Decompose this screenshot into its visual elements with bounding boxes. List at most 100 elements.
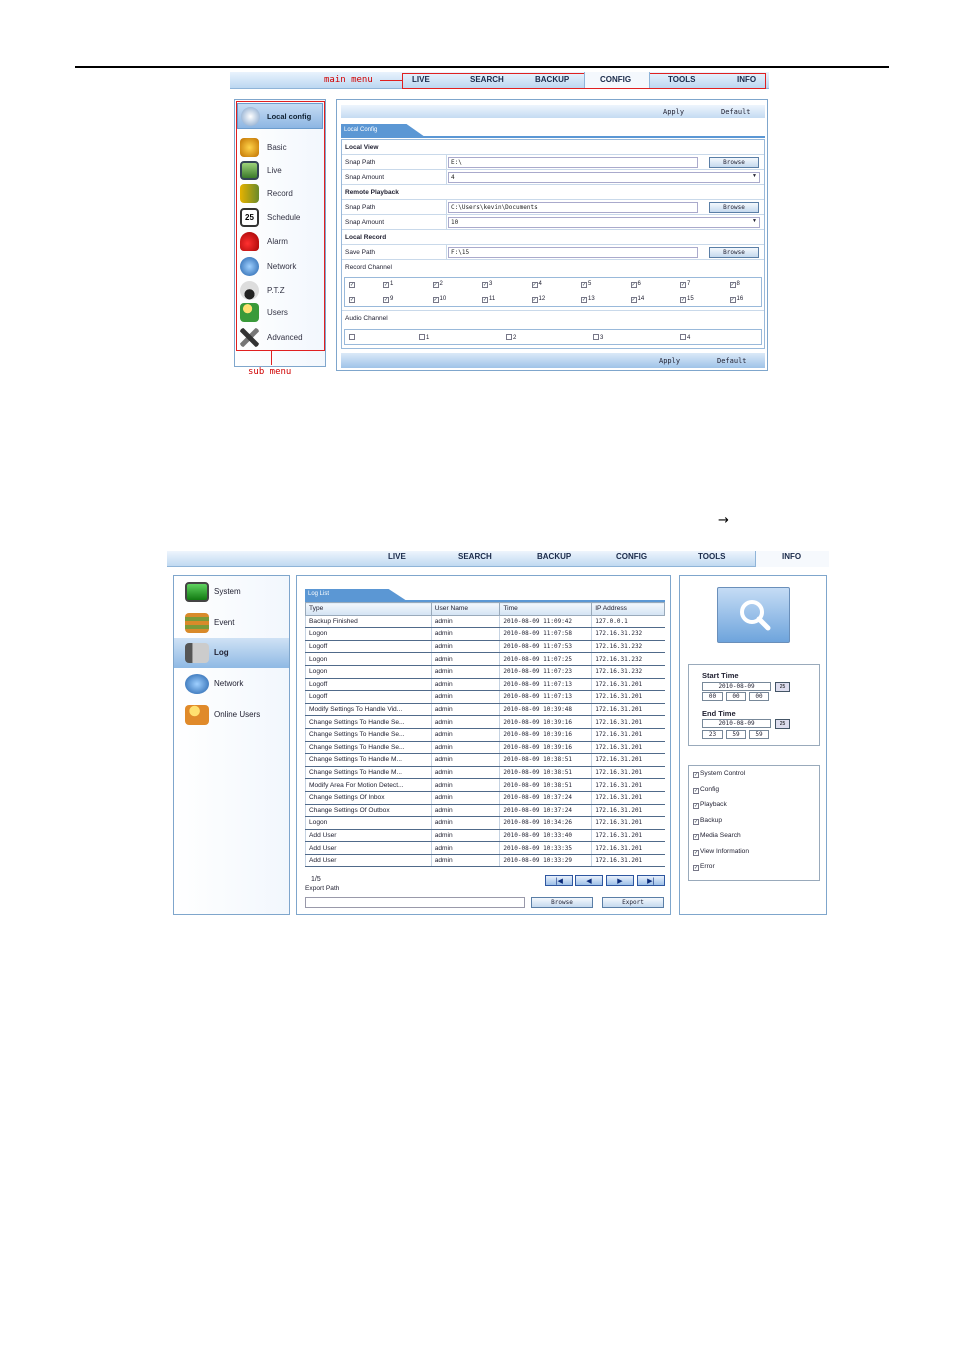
export-path-input[interactable] — [305, 897, 525, 908]
audio-channel-checkbox[interactable]: 3 — [593, 334, 603, 341]
record-channel-checkbox[interactable]: ✓ 15 — [680, 296, 694, 303]
record-channel-checkbox[interactable]: ✓ 10 — [432, 296, 446, 303]
start-calendar-icon[interactable]: 25 — [775, 682, 790, 692]
audio-channel-checkbox[interactable]: 4 — [680, 334, 690, 341]
record-channel-checkbox[interactable]: ✓ 8 — [729, 281, 740, 288]
menu-search[interactable]: SEARCH — [470, 75, 504, 84]
filter-checkbox[interactable]: ✓ Media Search — [693, 832, 741, 840]
sidebar-item-event[interactable]: Event — [174, 608, 289, 638]
menu-info[interactable]: INFO — [737, 75, 756, 84]
table-row[interactable]: Logon admin 2010-08-09 11:07:25 172.16.31.2… — [305, 652, 665, 666]
remote-snap-amount-select[interactable]: 10 — [448, 217, 760, 228]
start-second-field[interactable]: 00 — [749, 692, 769, 701]
menu-live[interactable]: LIVE — [412, 75, 430, 84]
save-path-field[interactable]: F:\15 — [448, 247, 698, 258]
end-second-field[interactable]: 59 — [749, 730, 769, 739]
sidebar-item-online-users[interactable]: Online Users — [174, 700, 289, 730]
table-row[interactable]: Change Settings Of Inbox admin 2010-08-09 … — [305, 791, 665, 805]
default-button-bottom[interactable]: Default — [717, 357, 747, 365]
menu-search[interactable]: SEARCH — [458, 552, 492, 561]
column-header-ip[interactable]: IP Address — [591, 602, 665, 616]
end-calendar-icon[interactable]: 25 — [775, 719, 790, 729]
record-channel-checkbox[interactable]: ✓ 14 — [630, 296, 644, 303]
local-snap-browse-button[interactable]: Browse — [709, 157, 759, 168]
menu-live[interactable]: LIVE — [388, 552, 406, 561]
start-minute-field[interactable]: 00 — [726, 692, 746, 701]
column-header-type[interactable]: Type — [305, 602, 432, 616]
menu-tools[interactable]: TOOLS — [668, 75, 695, 84]
end-hour-field[interactable]: 23 — [702, 730, 723, 739]
table-row[interactable]: Logon admin 2010-08-09 11:07:58 172.16.31.2… — [305, 627, 665, 641]
record-channel-all-checkbox[interactable]: ✓ — [349, 281, 356, 288]
table-row[interactable]: Modify Area For Motion Detect... admin 201… — [305, 778, 665, 792]
next-page-button[interactable]: ▶ — [606, 875, 634, 886]
table-row[interactable]: Logon admin 2010-08-09 10:34:26 172.16.31.2… — [305, 816, 665, 830]
column-header-time[interactable]: Time — [499, 602, 593, 616]
table-row[interactable]: Logoff admin 2010-08-09 11:07:13 172.16.31.… — [305, 678, 665, 692]
sidebar-item-system[interactable]: System — [174, 577, 289, 607]
menu-tools[interactable]: TOOLS — [698, 552, 725, 561]
local-snap-amount-select[interactable]: 4 — [448, 172, 760, 183]
table-row[interactable]: Change Settings To Handle Se... admin 2010… — [305, 741, 665, 755]
menu-config[interactable]: CONFIG — [616, 552, 647, 561]
table-row[interactable]: Change Settings To Handle M... admin 2010-… — [305, 753, 665, 767]
table-row[interactable]: Add User admin 2010-08-09 10:33:29 172.16.3… — [305, 854, 665, 868]
last-page-button[interactable]: ▶| — [637, 875, 665, 886]
apply-button-bottom[interactable]: Apply — [659, 357, 680, 365]
audio-channel-checkbox[interactable]: 1 — [419, 334, 429, 341]
filter-checkbox[interactable]: ✓ Error — [693, 863, 715, 871]
sidebar-item-network[interactable]: Network — [174, 669, 289, 699]
table-row[interactable]: Change Settings To Handle Se... admin 2010… — [305, 715, 665, 729]
save-path-browse-button[interactable]: Browse — [709, 247, 759, 258]
audio-channel-all-checkbox[interactable] — [349, 334, 356, 341]
table-row[interactable]: Change Settings To Handle Se... admin 2010… — [305, 728, 665, 742]
table-row[interactable]: Backup Finished admin 2010-08-09 11:09:42 1… — [305, 615, 665, 629]
audio-channel-checkbox[interactable]: 2 — [506, 334, 516, 341]
record-channel-checkbox[interactable]: ✓ 2 — [432, 281, 443, 288]
end-minute-field[interactable]: 59 — [726, 730, 746, 739]
record-channel-checkbox[interactable]: ✓ 5 — [581, 281, 591, 288]
remote-snap-browse-button[interactable]: Browse — [709, 202, 759, 213]
remote-snap-path-field[interactable]: C:\Users\kevin\Documents — [448, 202, 698, 213]
filter-checkbox[interactable]: ✓ Config — [693, 786, 719, 794]
record-channel-checkbox[interactable]: ✓ 16 — [729, 296, 743, 303]
table-row[interactable]: Add User admin 2010-08-09 10:33:40 172.16.3… — [305, 829, 665, 843]
record-channel-all-checkbox[interactable]: ✓ — [349, 296, 356, 303]
export-button[interactable]: Export — [602, 897, 664, 908]
search-button[interactable] — [717, 587, 790, 643]
table-row[interactable]: Add User admin 2010-08-09 10:33:35 172.16.3… — [305, 841, 665, 855]
table-row[interactable]: Logoff admin 2010-08-09 11:07:53 172.16.31.… — [305, 640, 665, 654]
menu-info[interactable]: INFO — [782, 552, 801, 561]
record-channel-checkbox[interactable]: ✓ 9 — [383, 296, 393, 303]
local-snap-path-field[interactable]: E:\ — [448, 157, 698, 168]
menu-backup[interactable]: BACKUP — [537, 552, 571, 561]
browse-button[interactable]: Browse — [531, 897, 593, 908]
menu-backup[interactable]: BACKUP — [535, 75, 569, 84]
filter-checkbox[interactable]: ✓ System Control — [693, 770, 745, 778]
record-channel-checkbox[interactable]: ✓ 7 — [680, 281, 690, 288]
record-channel-checkbox[interactable]: ✓ 1 — [383, 281, 393, 288]
sidebar-item-log[interactable]: Log — [174, 638, 289, 668]
table-row[interactable]: Logoff admin 2010-08-09 11:07:13 172.16.31.… — [305, 690, 665, 704]
column-header-user[interactable]: User Name — [430, 602, 501, 616]
filter-checkbox[interactable]: ✓ Playback — [693, 801, 727, 809]
record-channel-checkbox[interactable]: ✓ 13 — [581, 296, 595, 303]
filter-checkbox[interactable]: ✓ Backup — [693, 817, 722, 825]
prev-page-button[interactable]: ◀ — [575, 875, 603, 886]
default-button-top[interactable]: Default — [721, 108, 751, 116]
record-channel-checkbox[interactable]: ✓ 6 — [630, 281, 641, 288]
record-channel-checkbox[interactable]: ✓ 4 — [531, 281, 542, 288]
table-row[interactable]: Change Settings To Handle M... admin 2010-… — [305, 766, 665, 780]
record-channel-checkbox[interactable]: ✓ 11 — [482, 296, 495, 303]
first-page-button[interactable]: |◀ — [545, 875, 573, 886]
table-row[interactable]: Modify Settings To Handle Vid... admin 201… — [305, 703, 665, 717]
table-row[interactable]: Logon admin 2010-08-09 11:07:23 172.16.31.2… — [305, 665, 665, 679]
start-hour-field[interactable]: 00 — [702, 692, 723, 701]
table-row[interactable]: Change Settings Of Outbox admin 2010-08-09… — [305, 804, 665, 818]
filter-checkbox[interactable]: ✓ View Information — [693, 848, 749, 856]
start-date-field[interactable]: 2010-08-09 — [702, 682, 771, 691]
menu-config[interactable]: CONFIG — [600, 75, 631, 84]
record-channel-checkbox[interactable]: ✓ 3 — [482, 281, 492, 288]
apply-button-top[interactable]: Apply — [663, 108, 684, 116]
record-channel-checkbox[interactable]: ✓ 12 — [531, 296, 545, 303]
